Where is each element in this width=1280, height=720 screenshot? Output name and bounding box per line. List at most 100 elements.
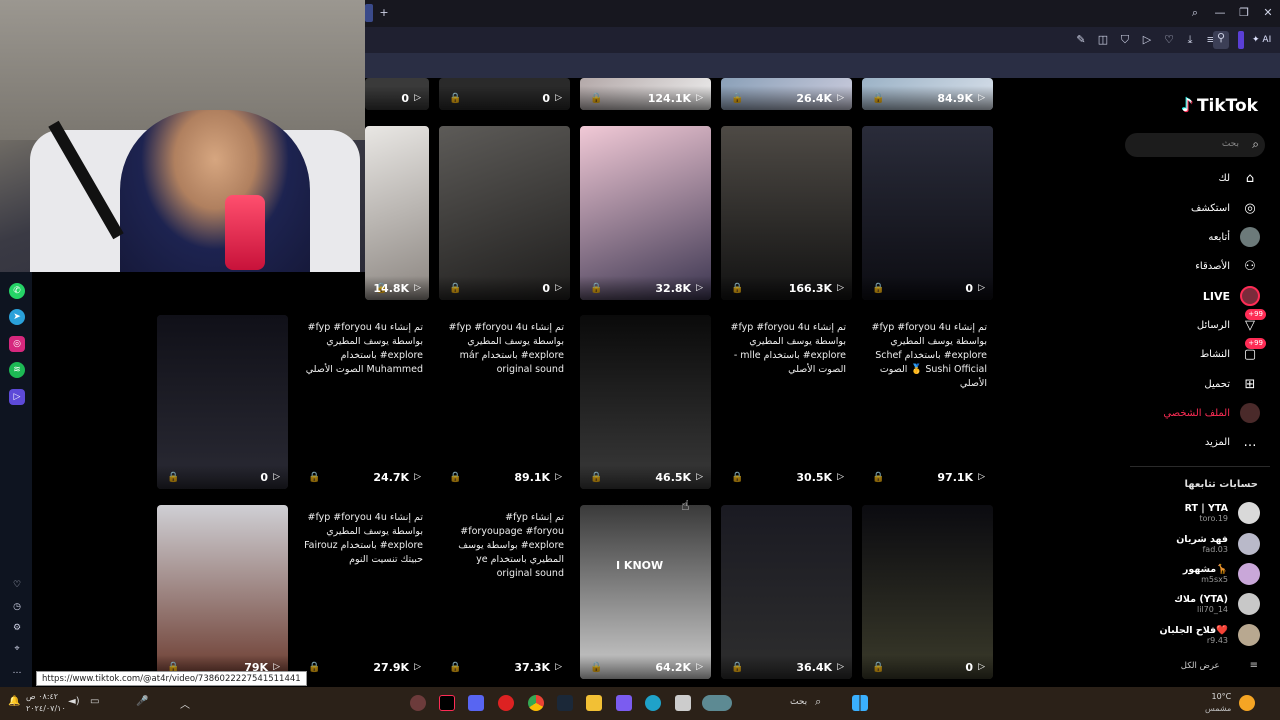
profile-icon[interactable]: ⚲ [1213, 31, 1229, 49]
nav-item[interactable]: الملف الشخصي [1163, 403, 1260, 423]
taskbar-search[interactable]: بحث ⌕ [790, 695, 821, 709]
edge-icon[interactable] [645, 695, 661, 711]
download-icon[interactable]: ⤓ [1183, 33, 1197, 47]
nav-item[interactable]: تحميل ⊞ [1204, 374, 1260, 394]
followed-account[interactable]: فلاح الجلبان❤️ r9.43 [1159, 624, 1260, 646]
nav-item[interactable]: أتابعه [1208, 227, 1260, 247]
video-thumbnail[interactable]: تم إنشاء ‎#fyp #foryou 4u‎ بواسطة يوسف ا… [439, 315, 570, 489]
edit-icon[interactable]: ✎ [1074, 33, 1088, 47]
shield-icon[interactable]: ⛉ [1118, 33, 1132, 47]
video-thumbnail[interactable]: 🔒0▷ [439, 78, 570, 110]
video-thumbnail[interactable]: 🔒84.9K▷ [862, 78, 993, 110]
nav-item[interactable]: الرسائل ▽ +99 [1197, 309, 1266, 335]
avatar-icon [1240, 227, 1260, 247]
view-count-value: 0 [965, 281, 974, 295]
upload-icon: ⊞ [1244, 376, 1256, 392]
video-thumbnail[interactable]: 🔒26.4K▷ [721, 78, 852, 110]
video-thumbnail[interactable]: 🔒166.3K▷ [721, 126, 852, 300]
ai-button[interactable]: ✦ AI [1252, 32, 1271, 48]
video-thumbnail[interactable]: تم إنشاء ‎#fyp #foryou 4u‎ بواسطة يوسف ا… [298, 505, 429, 679]
followed-account[interactable]: RT | YTA toro.19 [1185, 502, 1260, 524]
view-count: 0 ▷ [862, 276, 993, 300]
video-thumbnail[interactable]: 🔒46.5K▷ [580, 315, 711, 489]
nav-item[interactable]: استكشف ◎ [1191, 198, 1260, 218]
battery-icon[interactable]: ▭ [90, 696, 99, 707]
view-count: 89.1K ▷ [439, 465, 570, 489]
sidebar-toggle-icon[interactable] [1238, 31, 1244, 49]
search-tabs-icon[interactable]: ⌕ [1188, 6, 1202, 20]
notification-badge: +99 [1245, 338, 1266, 349]
app-icon-8[interactable] [616, 695, 632, 711]
show-all-link[interactable]: عرض الكل ≡ [1181, 660, 1258, 671]
account-handle: m5sx5 [1201, 575, 1228, 584]
more-icon: … [1243, 434, 1257, 450]
video-thumbnail[interactable]: 🔒0▷ [439, 126, 570, 300]
view-count-value: 36.4K [796, 660, 833, 674]
video-thumbnail[interactable]: تم إنشاء ‎#fyp #foryou 4u‎ بواسطة يوسف ا… [721, 315, 852, 489]
video-thumbnail[interactable]: 🔒0▷ [862, 126, 993, 300]
avatar [1238, 502, 1260, 524]
app-icon-1[interactable] [410, 695, 426, 711]
close-window-icon[interactable]: ✕ [1261, 6, 1275, 20]
windows-start-icon[interactable] [852, 695, 868, 711]
video-thumbnail[interactable]: 🔒0▷ [365, 78, 429, 110]
mic-icon[interactable]: 🎤 [136, 696, 148, 707]
video-thumbnail[interactable]: تم إنشاء ‎#fyp #foryou 4u‎ بواسطة يوسف ا… [298, 315, 429, 489]
video-thumbnail[interactable]: I KNOW🔒64.2K▷ [580, 505, 711, 679]
account-name: فهد شريان [1176, 534, 1228, 545]
account-handle: fad.03 [1202, 545, 1228, 554]
discord-icon[interactable] [468, 695, 484, 711]
avatar [1238, 624, 1260, 646]
video-thumbnail[interactable]: 🔒124.1K▷ [580, 78, 711, 110]
nav-item[interactable]: LIVE [1203, 286, 1260, 306]
notification-icon[interactable]: 🔔 [8, 696, 20, 707]
view-count-value: 0 [260, 470, 269, 484]
video-thumbnail[interactable]: 🔒0▷ [157, 315, 288, 489]
video-thumbnail[interactable]: 🔒79K▷ [157, 505, 288, 679]
view-count: 0 ▷ [862, 655, 993, 679]
video-thumbnail[interactable]: 🔒32.8K▷ [580, 126, 711, 300]
nav-item-label: المزيد [1204, 436, 1230, 448]
nav-item[interactable]: المزيد … [1205, 432, 1260, 452]
maximize-icon[interactable]: ❐ [1237, 6, 1251, 20]
video-thumbnail[interactable]: 🔒36.4K▷ [721, 505, 852, 679]
video-thumbnail[interactable]: 🔒0▷ [862, 505, 993, 679]
app-icon-11[interactable] [702, 695, 732, 711]
tiktok-logo[interactable]: ♪ TikTok [1181, 95, 1258, 116]
nav-item[interactable]: النشاط ▢ +99 [1200, 338, 1266, 364]
followed-account[interactable]: ملاك (YTA) lil70_14 [1174, 593, 1260, 615]
view-count: 0 ▷ [157, 465, 288, 489]
record-icon[interactable] [498, 695, 514, 711]
play-icon: ▷ [273, 472, 280, 482]
app-icon-10[interactable] [675, 695, 691, 711]
nav-item-label: تحميل [1204, 378, 1230, 390]
video-thumbnail[interactable]: تم إنشاء ‎#fyp #foryou 4u‎ بواسطة يوسف ا… [862, 315, 993, 489]
play-icon: ▷ [978, 662, 985, 672]
view-count: 14.8K ▷ [365, 276, 429, 300]
video-thumbnail[interactable]: تم إنشاء ‎#fyp #foryoupage #foryou #expl… [439, 505, 570, 679]
account-names: فهد شريان fad.03 [1176, 534, 1228, 554]
nav-item[interactable]: لك ⌂ [1219, 168, 1260, 188]
nav-item[interactable]: الأصدقاء ⚇ [1195, 256, 1260, 276]
sidebar-divider [1130, 466, 1270, 467]
chrome-icon[interactable] [528, 695, 544, 711]
search-box[interactable]: ⌕ بحث [1125, 133, 1265, 157]
chevron-up-icon[interactable]: ︿ [180, 696, 190, 711]
clock[interactable]: ٠٨:٤٢ ص ٢٠٢٤/٠٧/١٠ [26, 691, 66, 715]
view-count: 26.4K ▷ [721, 86, 852, 110]
view-count: 0 ▷ [365, 86, 429, 110]
followed-account[interactable]: مشهور🦒 m5sx5 [1183, 563, 1260, 585]
video-thumbnail[interactable]: 🔒14.8K▷ [365, 126, 429, 300]
heart-icon[interactable]: ♡ [1162, 33, 1176, 47]
volume-icon[interactable]: ◄) [68, 696, 80, 707]
file-explorer-icon[interactable] [586, 695, 602, 711]
camera-icon[interactable]: ◫ [1096, 33, 1110, 47]
steam-icon[interactable] [557, 695, 573, 711]
followed-account[interactable]: فهد شريان fad.03 [1176, 533, 1260, 555]
tiktok-app-icon[interactable] [439, 695, 455, 711]
play-icon: ▷ [837, 93, 844, 103]
thumbnail-image [157, 315, 288, 489]
send-icon[interactable]: ▷ [1140, 33, 1154, 47]
minimize-icon[interactable]: — [1213, 6, 1227, 20]
weather[interactable]: 10°C مشمس [1205, 691, 1256, 715]
